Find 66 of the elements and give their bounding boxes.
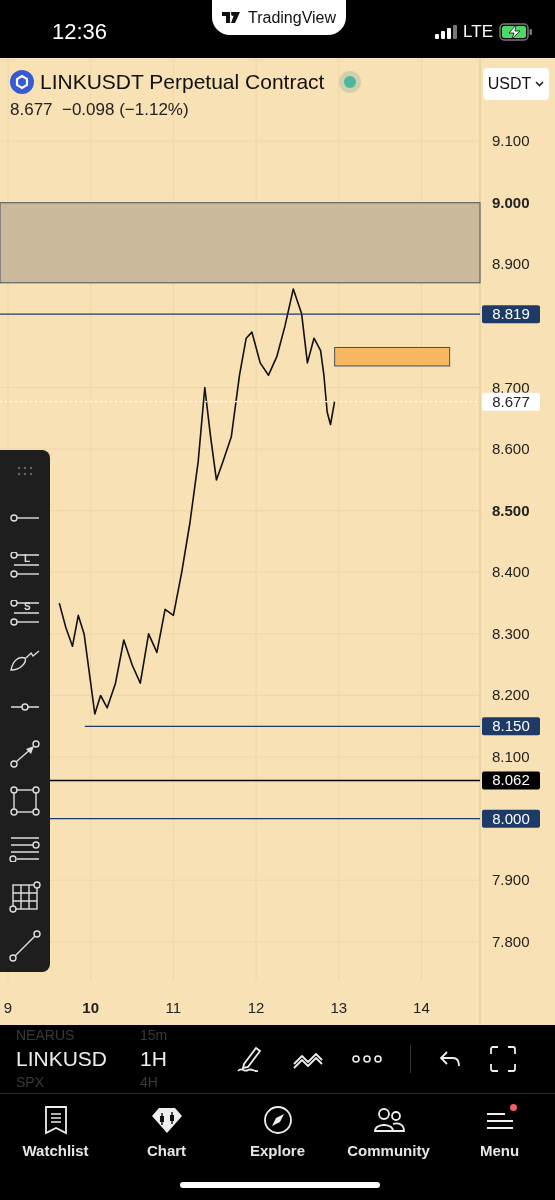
price-tag: 8.677 — [482, 392, 540, 411]
fullscreen-button[interactable] — [489, 1045, 517, 1073]
price-axis-label: 7.900 — [492, 871, 530, 889]
drawing-tool-button[interactable] — [9, 929, 41, 962]
date-axis-label: 14 — [413, 999, 430, 1016]
price-axis-label: 8.200 — [492, 686, 530, 704]
price-quote: 8.677 −0.098 (−1.12%) — [10, 100, 190, 120]
date-axis-label: 13 — [330, 999, 348, 1016]
battery-icon — [499, 23, 533, 41]
candles-icon — [150, 1106, 183, 1134]
signal-icon — [435, 25, 458, 39]
interval-option[interactable]: 1H — [140, 1044, 200, 1074]
network-label: LTE — [463, 22, 493, 42]
tab-bar-item[interactable]: Explore — [222, 1104, 333, 1168]
price-axis-label: 8.300 — [492, 624, 530, 642]
price-axis-label: 8.500 — [492, 501, 530, 519]
drawing-tool-button[interactable]: L — [10, 550, 40, 581]
tab-bar-item[interactable]: Community — [333, 1104, 444, 1168]
price-tag: 8.150 — [482, 717, 540, 736]
ref-line-label: 8.819 — [492, 305, 530, 323]
status-time: 12:36 — [52, 19, 108, 45]
symbol-title: LINKUSDT Perpetual Contract — [40, 70, 325, 94]
grip-icon — [17, 466, 33, 476]
drawing-tool-button[interactable]: S — [10, 597, 40, 628]
price-axis-label: 8.900 — [492, 255, 530, 273]
app-pill: TradingView — [212, 0, 346, 35]
date-axis-label: 9 — [3, 999, 13, 1016]
price-axis-label: 9.100 — [492, 132, 530, 150]
price-axis-label: 7.800 — [492, 932, 530, 950]
logo-icon — [221, 11, 242, 24]
brush-icon — [9, 647, 41, 672]
drawing-tool-button[interactable] — [9, 880, 41, 913]
tab-bar-item[interactable]: Watchlist — [0, 1104, 111, 1168]
drawing-tool-button[interactable] — [10, 739, 40, 770]
drawing-tool-button[interactable] — [10, 786, 40, 817]
ref-line-label: 8.150 — [492, 717, 530, 735]
price-axis-label: 9.000 — [492, 193, 530, 211]
compass-icon — [262, 1105, 293, 1135]
date-axis-label: 11 — [165, 999, 182, 1016]
people-icon — [372, 1106, 405, 1134]
arrow-icon — [10, 740, 40, 769]
tab-bar-item[interactable]: Menu — [444, 1104, 555, 1168]
tab-bar-item[interactable]: Chart — [111, 1104, 222, 1168]
undo-button[interactable] — [439, 1050, 461, 1068]
parallel-lines-icon — [9, 835, 41, 862]
symbol-option[interactable]: LINKUSD — [16, 1044, 120, 1074]
ref-line-label: 8.062 — [492, 771, 530, 789]
price-tag: 8.819 — [482, 305, 540, 324]
price-tag: 8.062 — [482, 771, 540, 790]
price-axis-label: 8.100 — [492, 748, 530, 766]
coin-icon — [10, 70, 34, 94]
price-axis-label: 8.400 — [492, 563, 530, 581]
date-axis-label: 10 — [82, 999, 100, 1016]
more-button[interactable] — [352, 1055, 382, 1063]
ref-line-label: 8.000 — [492, 809, 530, 827]
currency-dropdown[interactable]: USDT — [483, 68, 549, 100]
price-axis-label: 8.600 — [492, 440, 530, 458]
line-icon — [10, 513, 40, 524]
horizontal-line-icon — [10, 701, 40, 712]
grid-icon — [9, 880, 41, 913]
trend-line-icon — [9, 929, 41, 962]
date-axis-label: 12 — [247, 999, 265, 1016]
caret-icon — [535, 81, 545, 87]
draw-button[interactable] — [236, 1044, 264, 1074]
list-icon — [42, 1105, 69, 1135]
rectangle-icon — [10, 786, 40, 817]
